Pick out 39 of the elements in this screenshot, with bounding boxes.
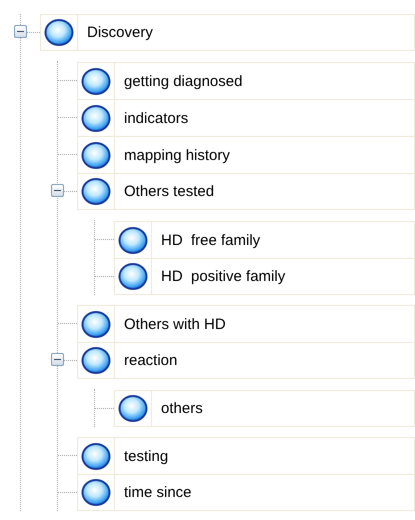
item-label: HD positive family <box>160 267 286 287</box>
tree-item[interactable]: HD free family <box>114 221 415 258</box>
item-label: indicators <box>123 108 188 128</box>
circle-icon <box>118 394 148 423</box>
circle-icon <box>81 177 111 206</box>
item-label: getting diagnosed <box>123 72 242 92</box>
item-label: mapping history <box>123 146 230 166</box>
circle-icon <box>81 104 111 132</box>
tree-item[interactable]: others <box>114 390 415 427</box>
circle-icon <box>81 442 111 470</box>
circle-icon <box>118 226 148 254</box>
collapse-button[interactable] <box>51 353 64 366</box>
circle-icon <box>81 66 111 96</box>
circle-icon <box>81 478 111 507</box>
tree-item[interactable]: Others with HD <box>77 305 415 342</box>
circle-icon <box>118 262 148 291</box>
tree-item[interactable]: time since <box>77 474 415 511</box>
collapse-button[interactable] <box>14 25 27 38</box>
item-label: Others tested <box>123 182 214 202</box>
tree-item[interactable]: indicators <box>77 99 415 136</box>
tree-item[interactable]: mapping history <box>77 136 415 173</box>
collapse-button[interactable] <box>51 184 64 197</box>
tree-item[interactable]: Others tested <box>77 173 415 210</box>
tree-item[interactable]: reaction <box>77 342 415 379</box>
circle-icon <box>44 18 74 47</box>
tree-item[interactable]: HD positive family <box>114 258 415 295</box>
circle-icon <box>81 140 111 170</box>
tree-item[interactable]: testing <box>77 437 415 474</box>
tree-item[interactable]: Discovery <box>40 14 415 51</box>
item-label: testing <box>123 446 168 466</box>
circle-icon <box>81 310 111 338</box>
circle-icon <box>81 346 111 375</box>
item-label: Discovery <box>86 23 153 43</box>
item-label: Others with HD <box>123 314 226 334</box>
item-label: HD free family <box>160 230 260 250</box>
item-label: time since <box>123 483 192 503</box>
tree-item[interactable]: getting diagnosed <box>77 62 415 99</box>
item-label: reaction <box>123 351 178 371</box>
item-label: others <box>160 399 203 419</box>
